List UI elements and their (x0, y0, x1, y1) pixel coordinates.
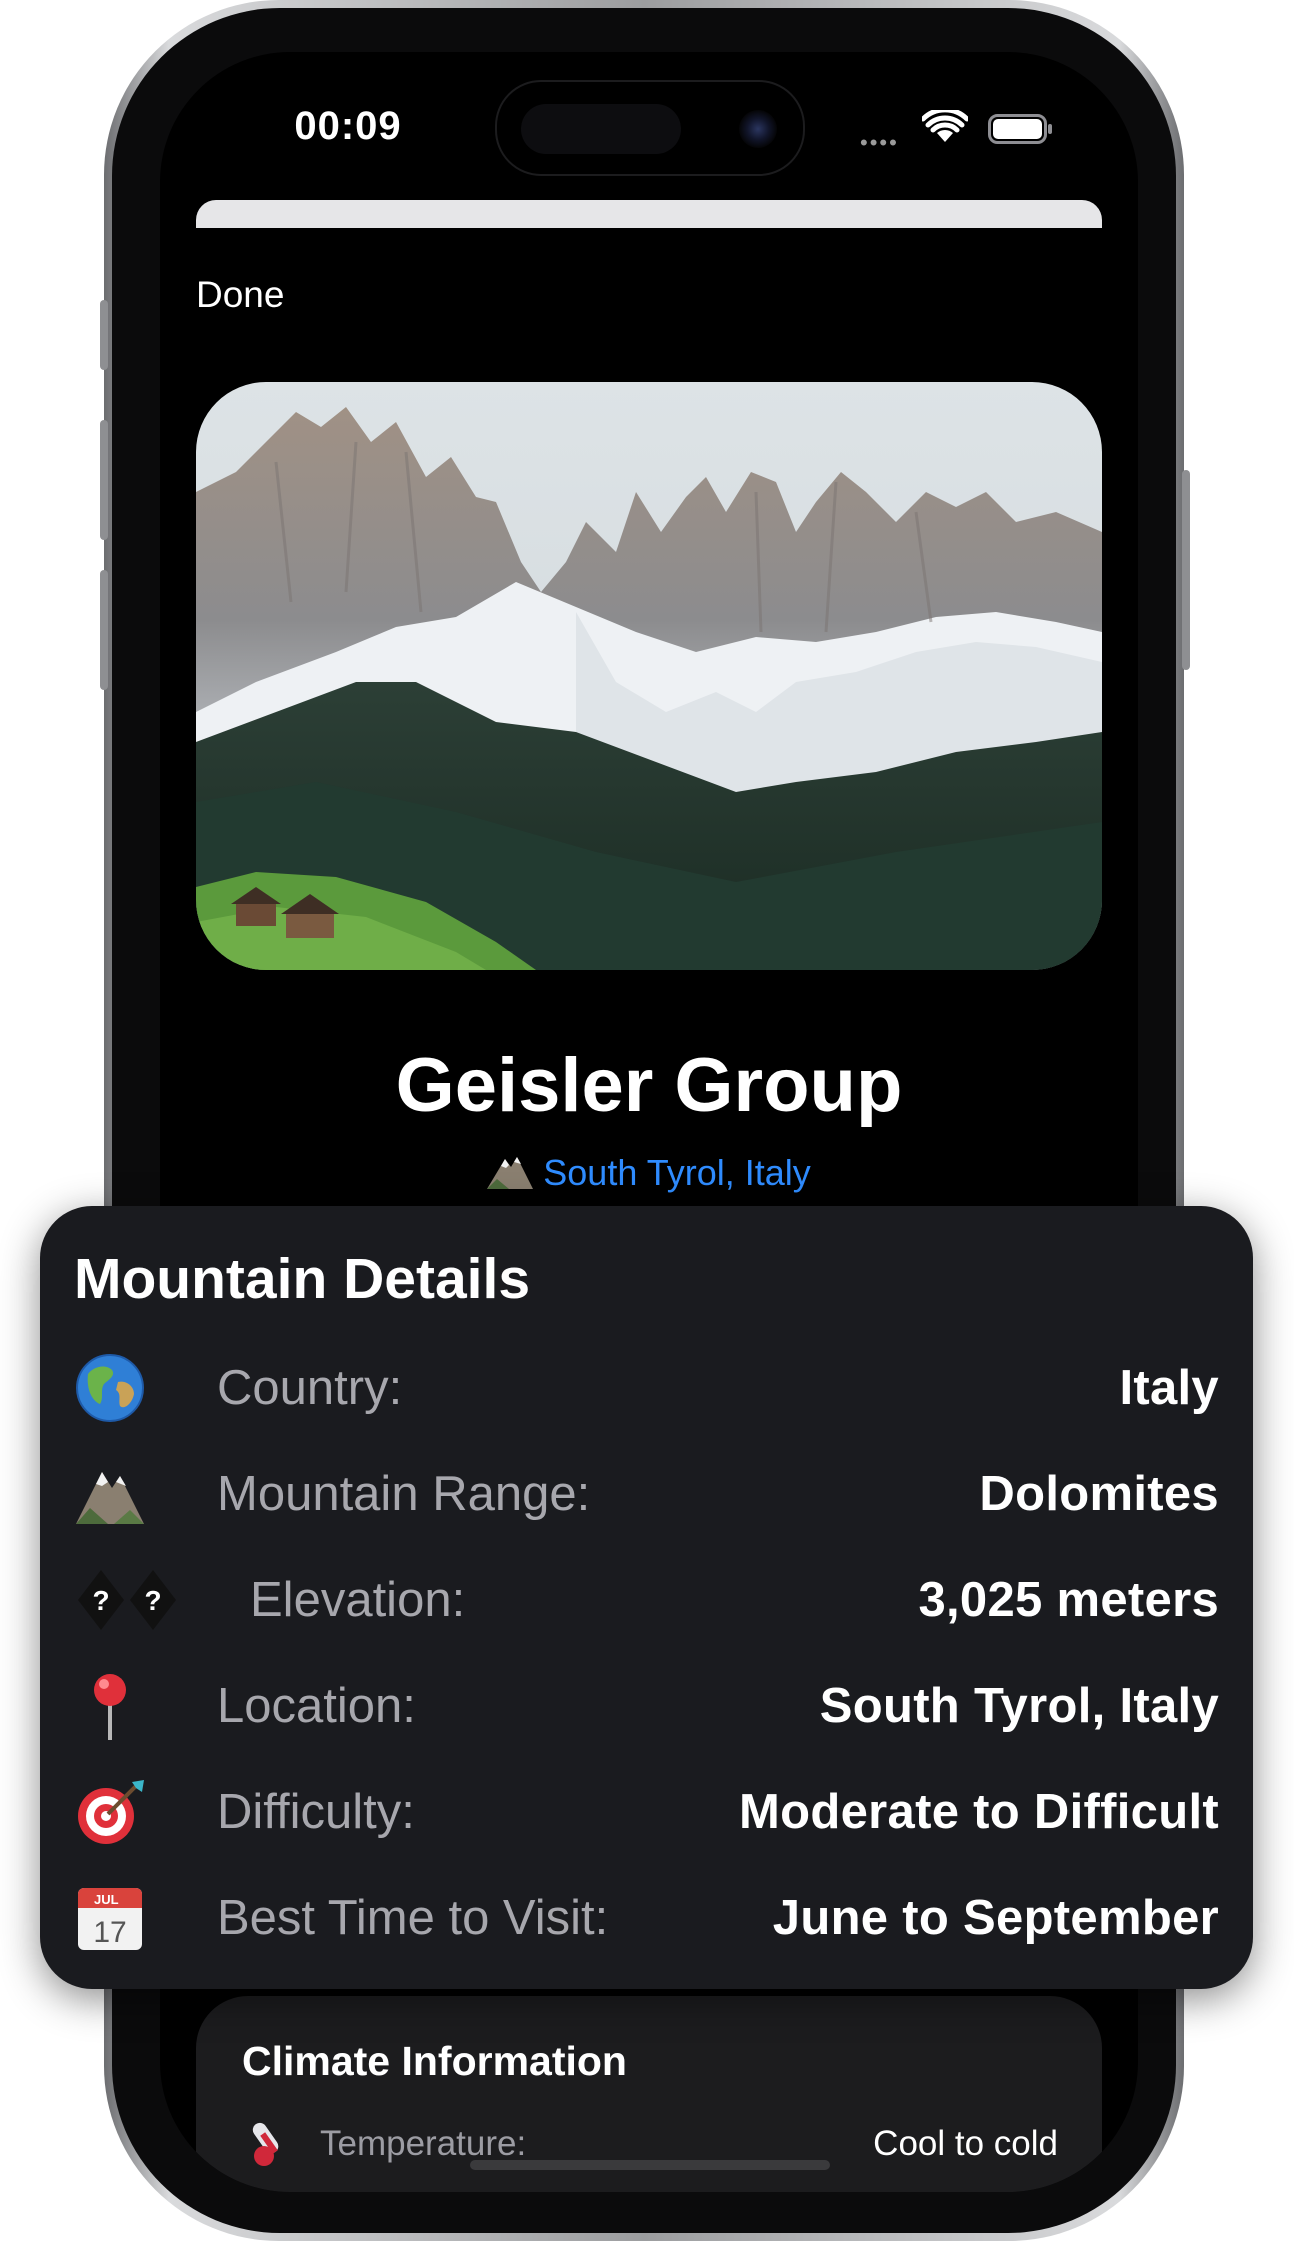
detail-row-elevation: ? ? Elevation: 3,025 meters (74, 1560, 1219, 1640)
status-time: 00:09 (294, 104, 402, 148)
details-title: Mountain Details (74, 1247, 531, 1311)
mountain-icon (76, 1472, 144, 1524)
mountain-icon (487, 1153, 534, 1198)
detail-label: Location: (217, 1679, 416, 1733)
svg-text:?: ? (144, 1585, 161, 1616)
detail-row-location: Location: South Tyrol, Italy (74, 1666, 1219, 1746)
globe-icon (76, 1354, 144, 1422)
sheet-handle-strip (196, 200, 1102, 228)
climate-label: Temperature: (320, 2124, 527, 2163)
wifi-icon (922, 110, 968, 142)
action-button (100, 300, 108, 370)
detail-label: Mountain Range: (217, 1467, 591, 1521)
detail-value: June to September (772, 1891, 1219, 1945)
power-button (1182, 470, 1190, 670)
mountain-title: Geisler Group (395, 1043, 903, 1128)
unknown-glyph-icon: ? ? (78, 1570, 176, 1630)
signal-dots-icon: •••• (860, 130, 899, 155)
detail-value: Italy (1119, 1361, 1219, 1415)
thermometer-icon (252, 2122, 279, 2166)
calendar-month: JUL (94, 1892, 119, 1907)
detail-row-difficulty: Difficulty: Moderate to Difficult (74, 1772, 1219, 1852)
climate-value: Cool to cold (873, 2124, 1058, 2163)
detail-row-country: Country: Italy (74, 1348, 1219, 1428)
home-indicator[interactable] (470, 2160, 830, 2170)
detail-label: Best Time to Visit: (217, 1891, 609, 1945)
region-link-label: South Tyrol, Italy (543, 1152, 811, 1193)
svg-text:?: ? (92, 1585, 109, 1616)
detail-row-best-time: JUL 17 Best Time to Visit: June to Septe… (74, 1878, 1219, 1958)
pin-icon (94, 1674, 126, 1740)
detail-value: Dolomites (979, 1467, 1219, 1521)
mountain-details-card: Mountain Details Country: Italy Mountain… (40, 1206, 1253, 1989)
detail-value: South Tyrol, Italy (819, 1679, 1219, 1733)
region-link[interactable]: South Tyrol, Italy (160, 1152, 1138, 1198)
detail-row-mountain-range: Mountain Range: Dolomites (74, 1454, 1219, 1534)
mountain-photo (196, 382, 1102, 970)
detail-label: Country: (217, 1361, 403, 1415)
dynamic-island (495, 80, 805, 176)
detail-label: Difficulty: (217, 1785, 415, 1839)
detail-value: Moderate to Difficult (739, 1785, 1219, 1839)
volume-down-button (100, 570, 108, 690)
climate-title: Climate Information (242, 2038, 627, 2084)
battery-icon (988, 114, 1052, 144)
detail-value: 3,025 meters (918, 1573, 1219, 1627)
volume-up-button (100, 420, 108, 540)
done-button[interactable]: Done (196, 274, 284, 316)
calendar-day: 17 (93, 1916, 126, 1949)
detail-label: Elevation: (250, 1573, 466, 1627)
target-icon (78, 1780, 144, 1844)
island-pill (521, 104, 681, 154)
calendar-icon: JUL 17 (78, 1888, 142, 1950)
camera-icon (739, 110, 777, 148)
